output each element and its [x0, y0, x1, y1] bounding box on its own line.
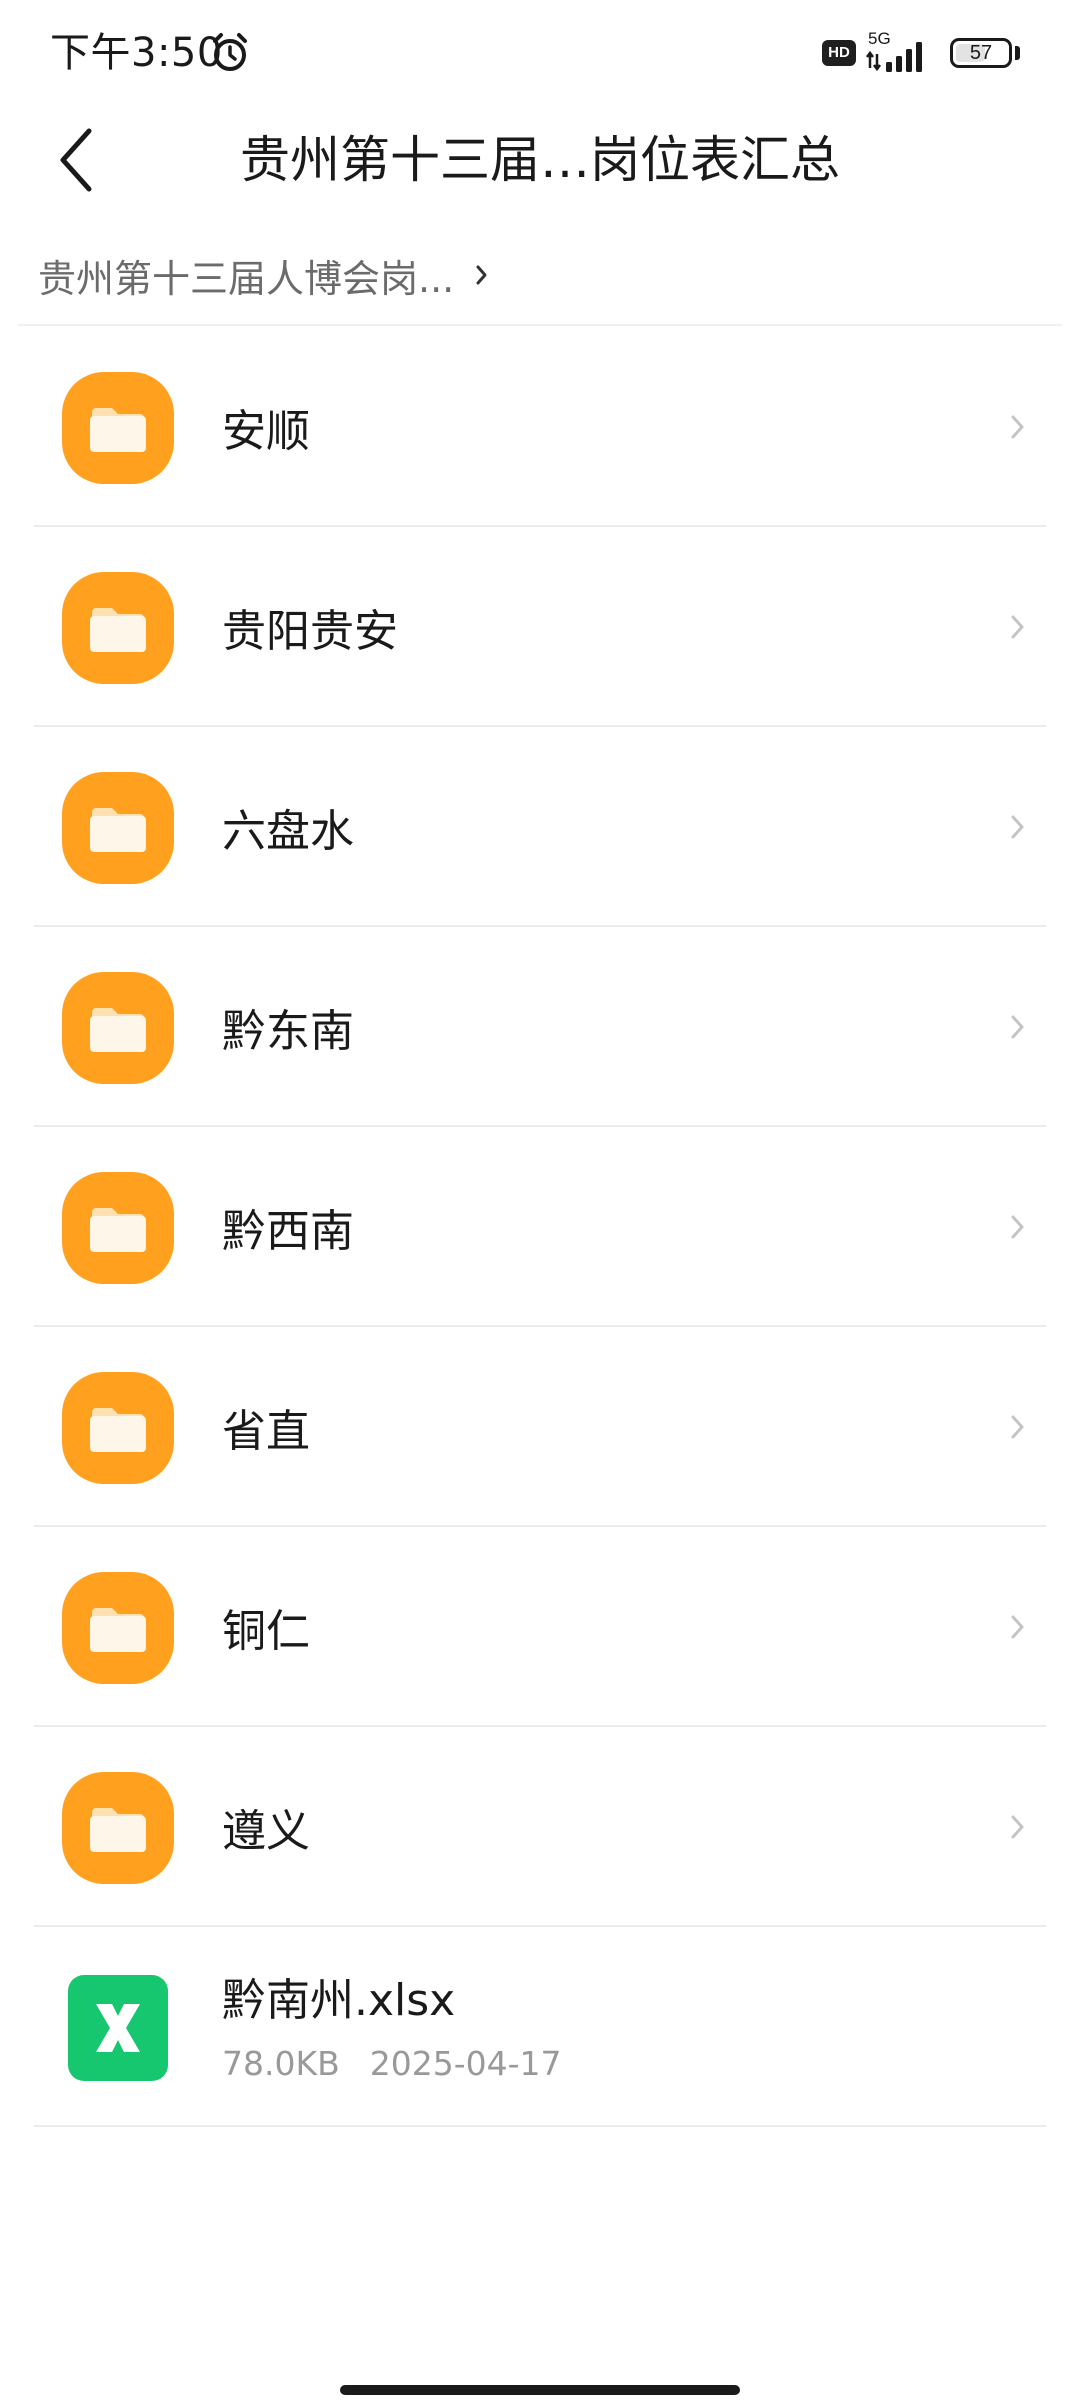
folder-icon — [62, 1572, 174, 1684]
chevron-right-icon — [1008, 611, 1028, 643]
file-row[interactable]: 黔南州.xlsx 78.0KB 2025-04-17 — [0, 1927, 1080, 2127]
file-browser-screen: 下午3:50 HD 5G 57 贵州第十三届…岗位表汇总 贵州第十三届人博会岗.… — [0, 0, 1080, 2400]
file-meta: 78.0KB 2025-04-17 — [222, 2043, 562, 2085]
folder-row[interactable]: 六盘水 — [0, 727, 1080, 927]
folder-icon — [62, 972, 174, 1084]
file-size: 78.0KB — [222, 2044, 340, 2083]
back-button[interactable] — [40, 115, 110, 205]
folder-tile — [62, 1772, 174, 1884]
battery-tip — [1015, 46, 1020, 60]
folder-row[interactable]: 遵义 — [0, 1727, 1080, 1927]
folder-name: 贵阳贵安 — [222, 606, 398, 657]
back-arrow-icon — [60, 128, 92, 192]
folder-row[interactable]: 省直 — [0, 1327, 1080, 1527]
home-indicator[interactable] — [340, 2385, 740, 2395]
chevron-right-icon — [476, 265, 487, 285]
excel-tile — [68, 1975, 168, 2081]
chevron-right-icon — [1008, 1011, 1028, 1043]
hd-voice-icon: HD — [822, 40, 856, 66]
row-divider — [34, 2125, 1046, 2127]
file-name: 黔南州.xlsx — [222, 1975, 456, 2026]
file-list: 安顺贵阳贵安六盘水黔东南黔西南省直铜仁遵义黔南州.xlsx 78.0KB 2025-… — [0, 327, 1080, 2127]
alarm-clock-icon — [213, 33, 247, 71]
excel-file-icon — [62, 1972, 174, 2084]
breadcrumb-label: 贵州第十三届人博会岗... — [38, 256, 455, 301]
folder-icon — [62, 772, 174, 884]
folder-tile — [62, 972, 174, 1084]
folder-icon — [62, 1772, 174, 1884]
folder-name: 六盘水 — [222, 806, 354, 857]
folder-name: 黔东南 — [222, 1006, 354, 1057]
chevron-right-icon — [1008, 411, 1028, 443]
folder-row[interactable]: 贵阳贵安 — [0, 527, 1080, 727]
status-time: 下午3:50 — [50, 30, 223, 76]
folder-name: 黔西南 — [222, 1206, 354, 1257]
folder-tile — [62, 1372, 174, 1484]
breadcrumb-divider — [18, 324, 1062, 326]
folder-name: 省直 — [222, 1406, 310, 1457]
cellular-signal-icon — [866, 42, 922, 72]
folder-icon — [62, 572, 174, 684]
folder-icon — [62, 1372, 174, 1484]
status-bar: 下午3:50 HD 5G 57 — [0, 0, 1080, 110]
folder-tile — [62, 372, 174, 484]
battery-level: 57 — [969, 42, 993, 64]
folder-icon — [62, 1172, 174, 1284]
chevron-right-icon — [1008, 1211, 1028, 1243]
file-date: 2025-04-17 — [369, 2044, 562, 2083]
folder-name: 铜仁 — [222, 1606, 310, 1657]
folder-name: 安顺 — [222, 406, 310, 457]
folder-row[interactable]: 黔东南 — [0, 927, 1080, 1127]
folder-tile — [62, 572, 174, 684]
folder-tile — [62, 1172, 174, 1284]
chevron-right-icon — [1008, 811, 1028, 843]
folder-tile — [62, 772, 174, 884]
folder-row[interactable]: 黔西南 — [0, 1127, 1080, 1327]
folder-row[interactable]: 安顺 — [0, 327, 1080, 527]
folder-tile — [62, 1572, 174, 1684]
chevron-right-icon — [1008, 1411, 1028, 1443]
breadcrumb[interactable]: 贵州第十三届人博会岗... — [38, 240, 492, 310]
chevron-right-icon — [1008, 1811, 1028, 1843]
battery-icon: 57 — [950, 38, 1012, 68]
chevron-right-icon — [1008, 1611, 1028, 1643]
folder-icon — [62, 372, 174, 484]
folder-name: 遵义 — [222, 1806, 310, 1857]
folder-row[interactable]: 铜仁 — [0, 1527, 1080, 1727]
page-title: 贵州第十三届…岗位表汇总 — [240, 131, 840, 189]
